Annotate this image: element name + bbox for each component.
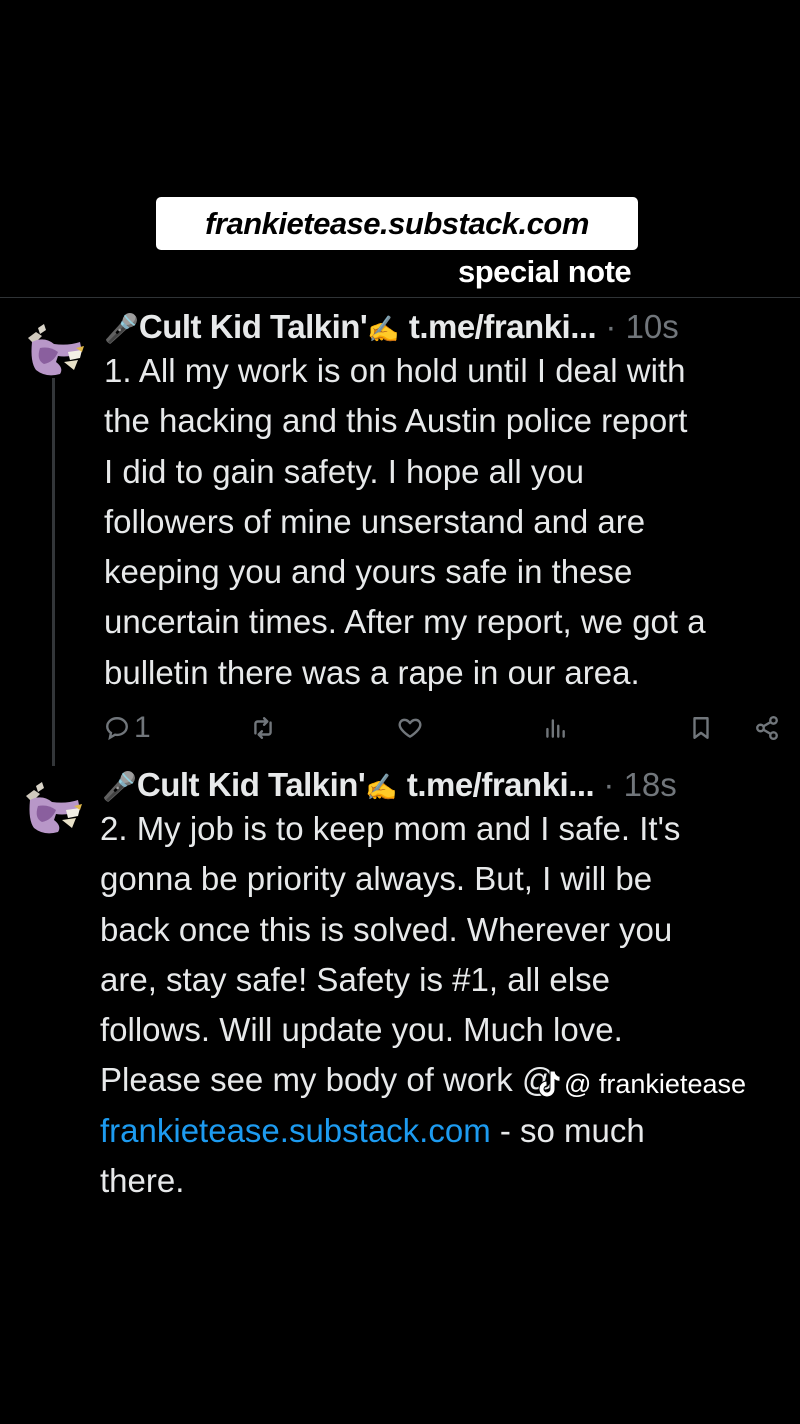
reply-icon <box>106 717 128 741</box>
tweet-text-after-link: - so much <box>490 1111 645 1149</box>
reply-count: 1 <box>134 711 151 744</box>
substack-link[interactable]: frankietease.substack.com <box>100 1112 491 1149</box>
repost-button[interactable] <box>250 708 276 748</box>
bookmark-button[interactable] <box>688 708 714 748</box>
repost-icon <box>254 717 272 739</box>
screen: frankietease.substack.com special note 🎤… <box>0 0 800 1424</box>
writing-hand-icon: ✍ <box>365 772 398 802</box>
heart-icon <box>398 718 422 738</box>
like-button[interactable] <box>397 708 423 748</box>
user-handle[interactable]: t.me/franki... <box>407 766 595 803</box>
tweet-line: follows. Will update you. Much love. <box>100 1011 623 1049</box>
tiktok-icon <box>536 1069 562 1099</box>
writing-hand-icon: ✍ <box>367 314 400 344</box>
tweet-line: are, stay safe! Safety is #1, all else <box>100 960 610 998</box>
tweet-line: 2. My job is to keep mom and I safe. It'… <box>100 810 681 847</box>
url-banner: frankietease.substack.com <box>156 197 638 250</box>
tweet-line: uncertain times. After my report, we got… <box>104 603 706 641</box>
share-icon <box>756 715 778 741</box>
tweet-header[interactable]: 🎤Cult Kid Talkin'✍ t.me/franki... · 10s <box>104 308 679 346</box>
tweet-line: 1. All my work is on hold until I deal w… <box>104 352 686 389</box>
url-banner-text: frankietease.substack.com <box>205 205 589 241</box>
views-icon <box>546 719 565 738</box>
timestamp[interactable]: 10s <box>626 308 679 345</box>
avatar[interactable] <box>22 776 86 840</box>
separator-dot: · <box>603 766 615 803</box>
tweet-line: gonna be priority always. But, I will be <box>100 860 653 898</box>
tweet-line: followers of mine unserstand and are <box>104 502 646 540</box>
special-note-caption: special note <box>458 254 632 289</box>
tweet-line: I did to gain safety. I hope all you <box>104 452 585 490</box>
microphone-icon: 🎤 <box>104 313 139 344</box>
display-name[interactable]: Cult Kid Talkin' <box>137 766 366 803</box>
tweet-line-link: frankietease.substack.com - so much <box>100 1106 800 1156</box>
tweet-header[interactable]: 🎤Cult Kid Talkin'✍ t.me/franki... · 18s <box>102 766 677 804</box>
separator-dot: · <box>605 308 617 345</box>
watermark-username: @ frankietease <box>564 1068 746 1099</box>
tweet-line: keeping you and yours safe in these <box>104 553 633 591</box>
share-button[interactable] <box>754 708 780 748</box>
tweet-line: there. <box>100 1162 185 1200</box>
microphone-icon: 🎤 <box>102 771 137 802</box>
tweet-actions: 1 <box>0 708 800 748</box>
views-button[interactable] <box>542 708 568 748</box>
bookmark-icon <box>693 717 709 739</box>
tweet-line: back once this is solved. Wherever you <box>100 910 673 948</box>
reply-button[interactable]: 1 <box>104 708 151 748</box>
tiktok-watermark: @ frankietease <box>536 1066 746 1102</box>
avatar[interactable] <box>24 318 88 382</box>
tweet-line: bulletin there was a rape in our area. <box>104 653 640 691</box>
divider <box>0 297 800 298</box>
tweet-text: 1. All my work is on hold until I deal w… <box>104 346 800 698</box>
timestamp[interactable]: 18s <box>624 766 677 803</box>
tweet-line: the hacking and this Austin police repor… <box>104 402 688 440</box>
user-handle[interactable]: t.me/franki... <box>409 308 597 345</box>
tweet-text: 2. My job is to keep mom and I safe. It'… <box>100 804 800 1206</box>
display-name[interactable]: Cult Kid Talkin' <box>139 308 368 345</box>
